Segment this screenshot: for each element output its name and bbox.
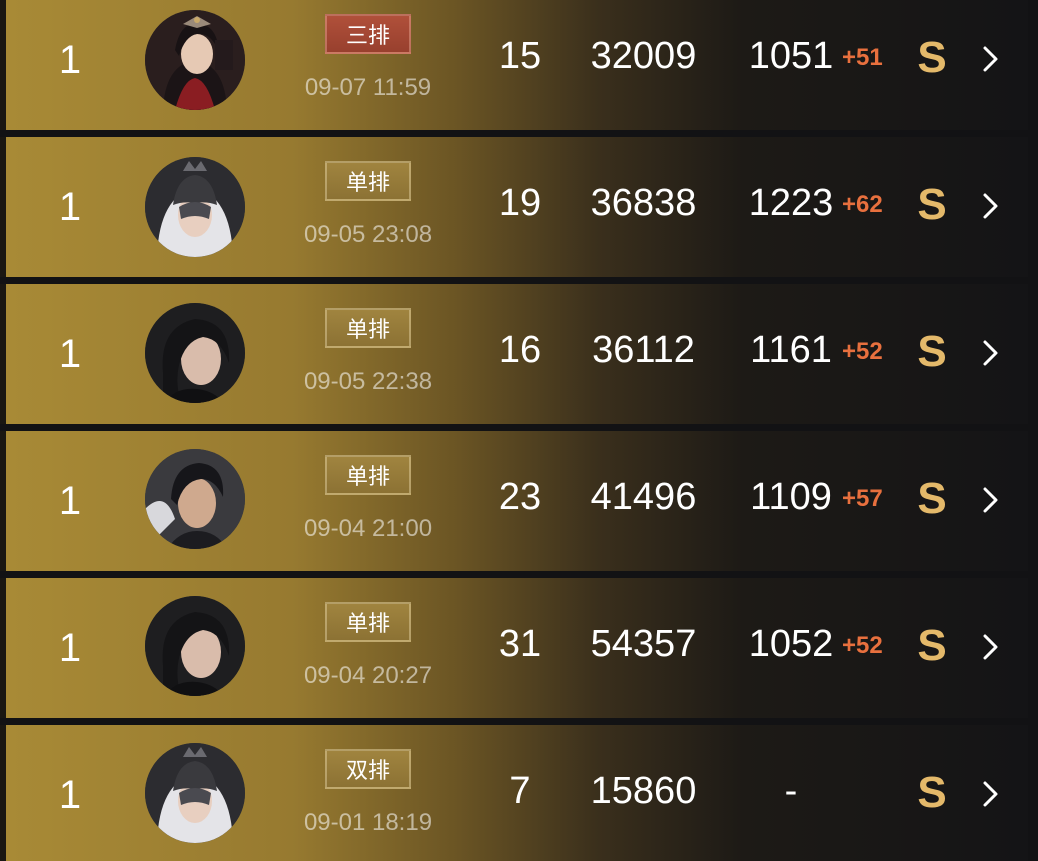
match-time: 09-07 11:59 — [304, 74, 432, 101]
masked-hero-avatar — [145, 157, 245, 257]
rating-delta: +51 — [842, 44, 883, 71]
match-row[interactable]: 1 单排 09-04 21:00 23 41496 1109 +57 S — [0, 431, 1028, 571]
kills-value: 15 — [498, 35, 542, 77]
kills-value: 7 — [509, 770, 531, 812]
mode-tag: 单排 — [325, 161, 411, 201]
match-time: 09-01 18:19 — [303, 809, 433, 836]
rating-value: - — [784, 770, 798, 812]
dark-hair-hero-avatar — [145, 596, 245, 696]
grade-badge: S — [917, 621, 947, 670]
chevron-right-icon[interactable] — [978, 191, 1002, 221]
kills-value: 19 — [498, 182, 542, 224]
grade-badge: S — [917, 474, 947, 523]
chevron-right-icon[interactable] — [978, 632, 1002, 662]
rank-value: 1 — [58, 478, 82, 523]
match-row[interactable]: 1 双排 09-01 18:19 7 15860 - S — [0, 725, 1028, 861]
match-history-list: 1 三排 09-07 11:59 15 32009 1051 +51 S 1 单… — [0, 0, 1038, 861]
match-row[interactable]: 1 三排 09-07 11:59 15 32009 1051 +51 S — [0, 0, 1028, 130]
chevron-right-icon[interactable] — [978, 338, 1002, 368]
mode-tag: 双排 — [325, 749, 411, 789]
rating-delta: +52 — [842, 632, 883, 659]
kills-value: 23 — [498, 476, 542, 518]
masked-hero-avatar — [145, 743, 245, 843]
score-value: 36112 — [592, 329, 695, 371]
rank-value: 1 — [58, 772, 82, 817]
score-value: 15860 — [590, 770, 697, 812]
rank-value: 1 — [58, 625, 82, 670]
male-hero-avatar — [145, 449, 245, 549]
match-time: 09-04 20:27 — [303, 662, 433, 689]
rating-value: 1051 — [748, 35, 834, 77]
rating-value: 1109 — [750, 476, 832, 518]
chevron-right-icon[interactable] — [978, 44, 1002, 74]
dark-hair-hero-avatar — [145, 303, 245, 403]
match-row[interactable]: 1 单排 09-05 22:38 16 36112 1161 +52 S — [0, 284, 1028, 424]
grade-badge: S — [917, 768, 947, 817]
match-row[interactable]: 1 单排 09-05 23:08 19 36838 1223 +62 S — [0, 137, 1028, 277]
rating-delta: +62 — [842, 191, 883, 218]
score-value: 32009 — [590, 35, 697, 77]
mode-tag: 单排 — [325, 602, 411, 642]
match-time: 09-05 22:38 — [303, 368, 433, 395]
female-hero-avatar — [145, 10, 245, 110]
rating-delta: +52 — [842, 338, 883, 365]
score-value: 54357 — [590, 623, 697, 665]
kills-value: 31 — [498, 623, 542, 665]
mode-tag: 单排 — [325, 455, 411, 495]
mode-tag: 单排 — [325, 308, 411, 348]
rank-value: 1 — [58, 37, 82, 82]
match-time: 09-05 23:08 — [303, 221, 433, 248]
score-value: 41496 — [590, 476, 697, 518]
kills-value: 16 — [498, 329, 542, 371]
grade-badge: S — [917, 327, 947, 376]
rating-value: 1223 — [748, 182, 834, 224]
rank-value: 1 — [58, 331, 82, 376]
chevron-right-icon[interactable] — [978, 485, 1002, 515]
rank-value: 1 — [58, 184, 82, 229]
rating-delta: +57 — [842, 485, 883, 512]
grade-badge: S — [917, 33, 947, 82]
match-row[interactable]: 1 单排 09-04 20:27 31 54357 1052 +52 S — [0, 578, 1028, 718]
grade-badge: S — [917, 180, 947, 229]
match-time: 09-04 21:00 — [303, 515, 433, 542]
mode-tag: 三排 — [325, 14, 411, 54]
score-value: 36838 — [590, 182, 697, 224]
rating-value: 1161 — [750, 329, 832, 371]
chevron-right-icon[interactable] — [978, 779, 1002, 809]
rating-value: 1052 — [748, 623, 834, 665]
